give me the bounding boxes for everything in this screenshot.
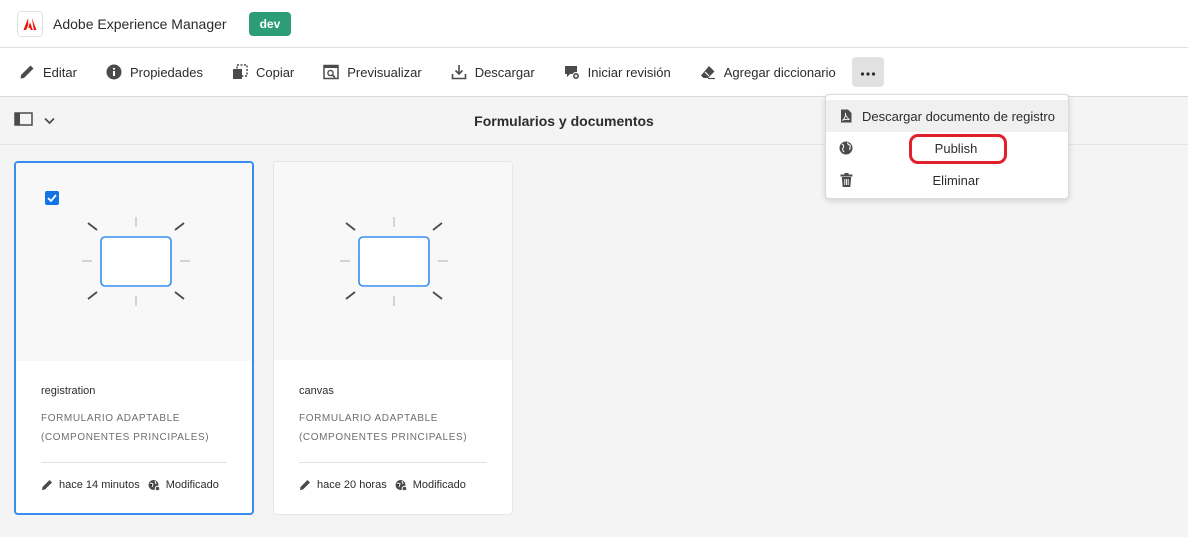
edit-label: Editar (43, 64, 77, 80)
menu-item-delete[interactable]: Eliminar (826, 164, 1068, 196)
preview-label: Previsualizar (347, 64, 422, 80)
card-type-line: FORMULARIO ADAPTABLE (41, 413, 181, 424)
menu-item-label: Descargar documento de registro (862, 108, 1055, 124)
properties-label: Propiedades (129, 64, 203, 80)
pencil-icon (18, 63, 36, 81)
highlight-annotation (909, 134, 1007, 164)
card-thumbnail (274, 162, 512, 360)
card-thumbnail (16, 163, 252, 361)
menu-item-publish[interactable]: Publish (826, 132, 1068, 164)
card-type: FORMULARIO ADAPTABLE (COMPONENTES PRINCI… (41, 409, 221, 447)
card-type-line: FORMULARIO ADAPTABLE (299, 413, 439, 424)
adobe-logo-icon (23, 17, 37, 30)
modified-status-icon (148, 479, 160, 491)
menu-item-download-record[interactable]: Descargar documento de registro (826, 100, 1068, 132)
start-review-label: Iniciar revisión (587, 64, 671, 80)
card-type-line: (COMPONENTES PRINCIPALES) (41, 432, 210, 443)
download-icon (450, 63, 468, 81)
eraser-icon (699, 63, 717, 81)
env-badge: dev (248, 11, 292, 36)
menu-item-label: Eliminar (932, 172, 980, 188)
adobe-logo[interactable] (17, 10, 43, 37)
info-icon (105, 63, 123, 81)
preview-button[interactable]: Previsualizar (318, 56, 425, 88)
form-card[interactable]: canvas FORMULARIO ADAPTABLE (COMPONENTES… (273, 161, 513, 515)
preview-icon (322, 63, 340, 81)
copy-icon (231, 63, 249, 81)
app-title: Adobe Experience Manager (53, 15, 227, 32)
download-label: Descargar (474, 64, 535, 80)
add-dictionary-label: Agregar diccionario (723, 64, 836, 80)
modified-status-icon (395, 479, 407, 491)
pdf-icon (838, 108, 854, 124)
card-meta: hace 14 minutos Modificado (41, 479, 219, 491)
card-divider (41, 462, 227, 463)
modified-time: hace 14 minutos (59, 479, 140, 491)
edit-button[interactable]: Editar (14, 56, 81, 88)
more-icon (860, 63, 876, 81)
app-header: Adobe Experience Manager dev (0, 0, 1188, 48)
download-button[interactable]: Descargar (446, 56, 539, 88)
pencil-icon (41, 479, 53, 491)
pencil-icon (299, 479, 311, 491)
card-checkbox[interactable] (45, 191, 59, 205)
card-type-line: (COMPONENTES PRINCIPALES) (299, 432, 468, 443)
card-type: FORMULARIO ADAPTABLE (COMPONENTES PRINCI… (299, 409, 479, 447)
status-label: Modificado (412, 479, 466, 491)
properties-button[interactable]: Propiedades (101, 56, 207, 88)
copy-label: Copiar (255, 64, 295, 80)
card-divider (299, 462, 487, 463)
add-dictionary-button[interactable]: Agregar diccionario (695, 56, 840, 88)
form-card[interactable]: registration FORMULARIO ADAPTABLE (COMPO… (14, 161, 254, 515)
status-label: Modificado (165, 479, 219, 491)
card-meta: hace 20 horas Modificado (299, 479, 466, 491)
review-icon (563, 63, 581, 81)
modified-time: hace 20 horas (317, 479, 387, 491)
more-actions-menu: Descargar documento de registro Publish … (825, 94, 1069, 199)
start-review-button[interactable]: Iniciar revisión (559, 56, 675, 88)
form-placeholder-icon (82, 217, 190, 306)
form-placeholder-icon (340, 217, 448, 306)
action-bar: Editar Propiedades Copiar Previsualizar … (0, 48, 1188, 97)
more-actions-button[interactable] (851, 57, 884, 87)
card-title: canvas (299, 385, 334, 397)
card-title: registration (41, 385, 96, 397)
copy-button[interactable]: Copiar (227, 56, 298, 88)
